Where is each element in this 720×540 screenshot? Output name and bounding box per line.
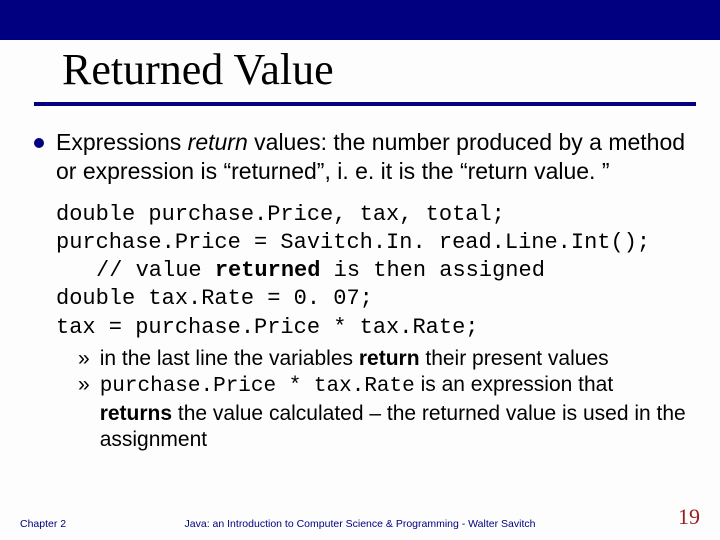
slide: Returned Value Expressions return values… bbox=[0, 0, 720, 540]
raquo-icon: » bbox=[78, 372, 90, 453]
sub-bullets: » in the last line the variables return … bbox=[78, 346, 690, 454]
content-area: Expressions return values: the number pr… bbox=[34, 128, 690, 453]
code-line-5: tax = purchase.Price * tax.Rate; bbox=[56, 314, 690, 342]
main-bullet: Expressions return values: the number pr… bbox=[34, 128, 690, 187]
s2d: the value calculated – the returned valu… bbox=[100, 402, 686, 451]
code-line-3a: // value bbox=[96, 258, 215, 283]
s2b: is an expression that bbox=[415, 373, 613, 396]
sub-item-1-text: in the last line the variables return th… bbox=[100, 346, 609, 372]
s1a: in the last line the variables bbox=[100, 347, 359, 370]
sub-item-2: » purchase.Price * tax.Rate is an expres… bbox=[78, 372, 690, 453]
top-bar bbox=[0, 0, 720, 40]
slide-title: Returned Value bbox=[62, 44, 334, 95]
footer-left: Chapter 2 bbox=[20, 518, 66, 530]
code-block: double purchase.Price, tax, total; purch… bbox=[56, 201, 690, 454]
bullet-dot-icon bbox=[34, 138, 44, 148]
title-underline bbox=[34, 102, 696, 106]
footer-center: Java: an Introduction to Computer Scienc… bbox=[20, 518, 700, 530]
body-ital: return bbox=[188, 129, 248, 155]
s2c: returns bbox=[100, 402, 172, 425]
code-line-1: double purchase.Price, tax, total; bbox=[56, 201, 690, 229]
body-pre: Expressions bbox=[56, 129, 188, 155]
footer: Java: an Introduction to Computer Scienc… bbox=[20, 504, 700, 530]
code-line-3b: returned bbox=[215, 258, 321, 283]
raquo-icon: » bbox=[78, 346, 90, 372]
body-text: Expressions return values: the number pr… bbox=[56, 128, 690, 187]
code-line-2: purchase.Price = Savitch.In. read.Line.I… bbox=[56, 229, 690, 257]
code-line-4: double tax.Rate = 0. 07; bbox=[56, 285, 690, 313]
code-line-3c: is then assigned bbox=[320, 258, 544, 283]
sub-item-1: » in the last line the variables return … bbox=[78, 346, 690, 372]
s2a: purchase.Price * tax.Rate bbox=[100, 375, 415, 398]
sub-item-2-text: purchase.Price * tax.Rate is an expressi… bbox=[100, 372, 690, 453]
s1b: return bbox=[359, 347, 420, 370]
s1c: their present values bbox=[420, 347, 609, 370]
page-number: 19 bbox=[678, 504, 700, 530]
code-line-3: // value returned is then assigned bbox=[56, 257, 690, 285]
